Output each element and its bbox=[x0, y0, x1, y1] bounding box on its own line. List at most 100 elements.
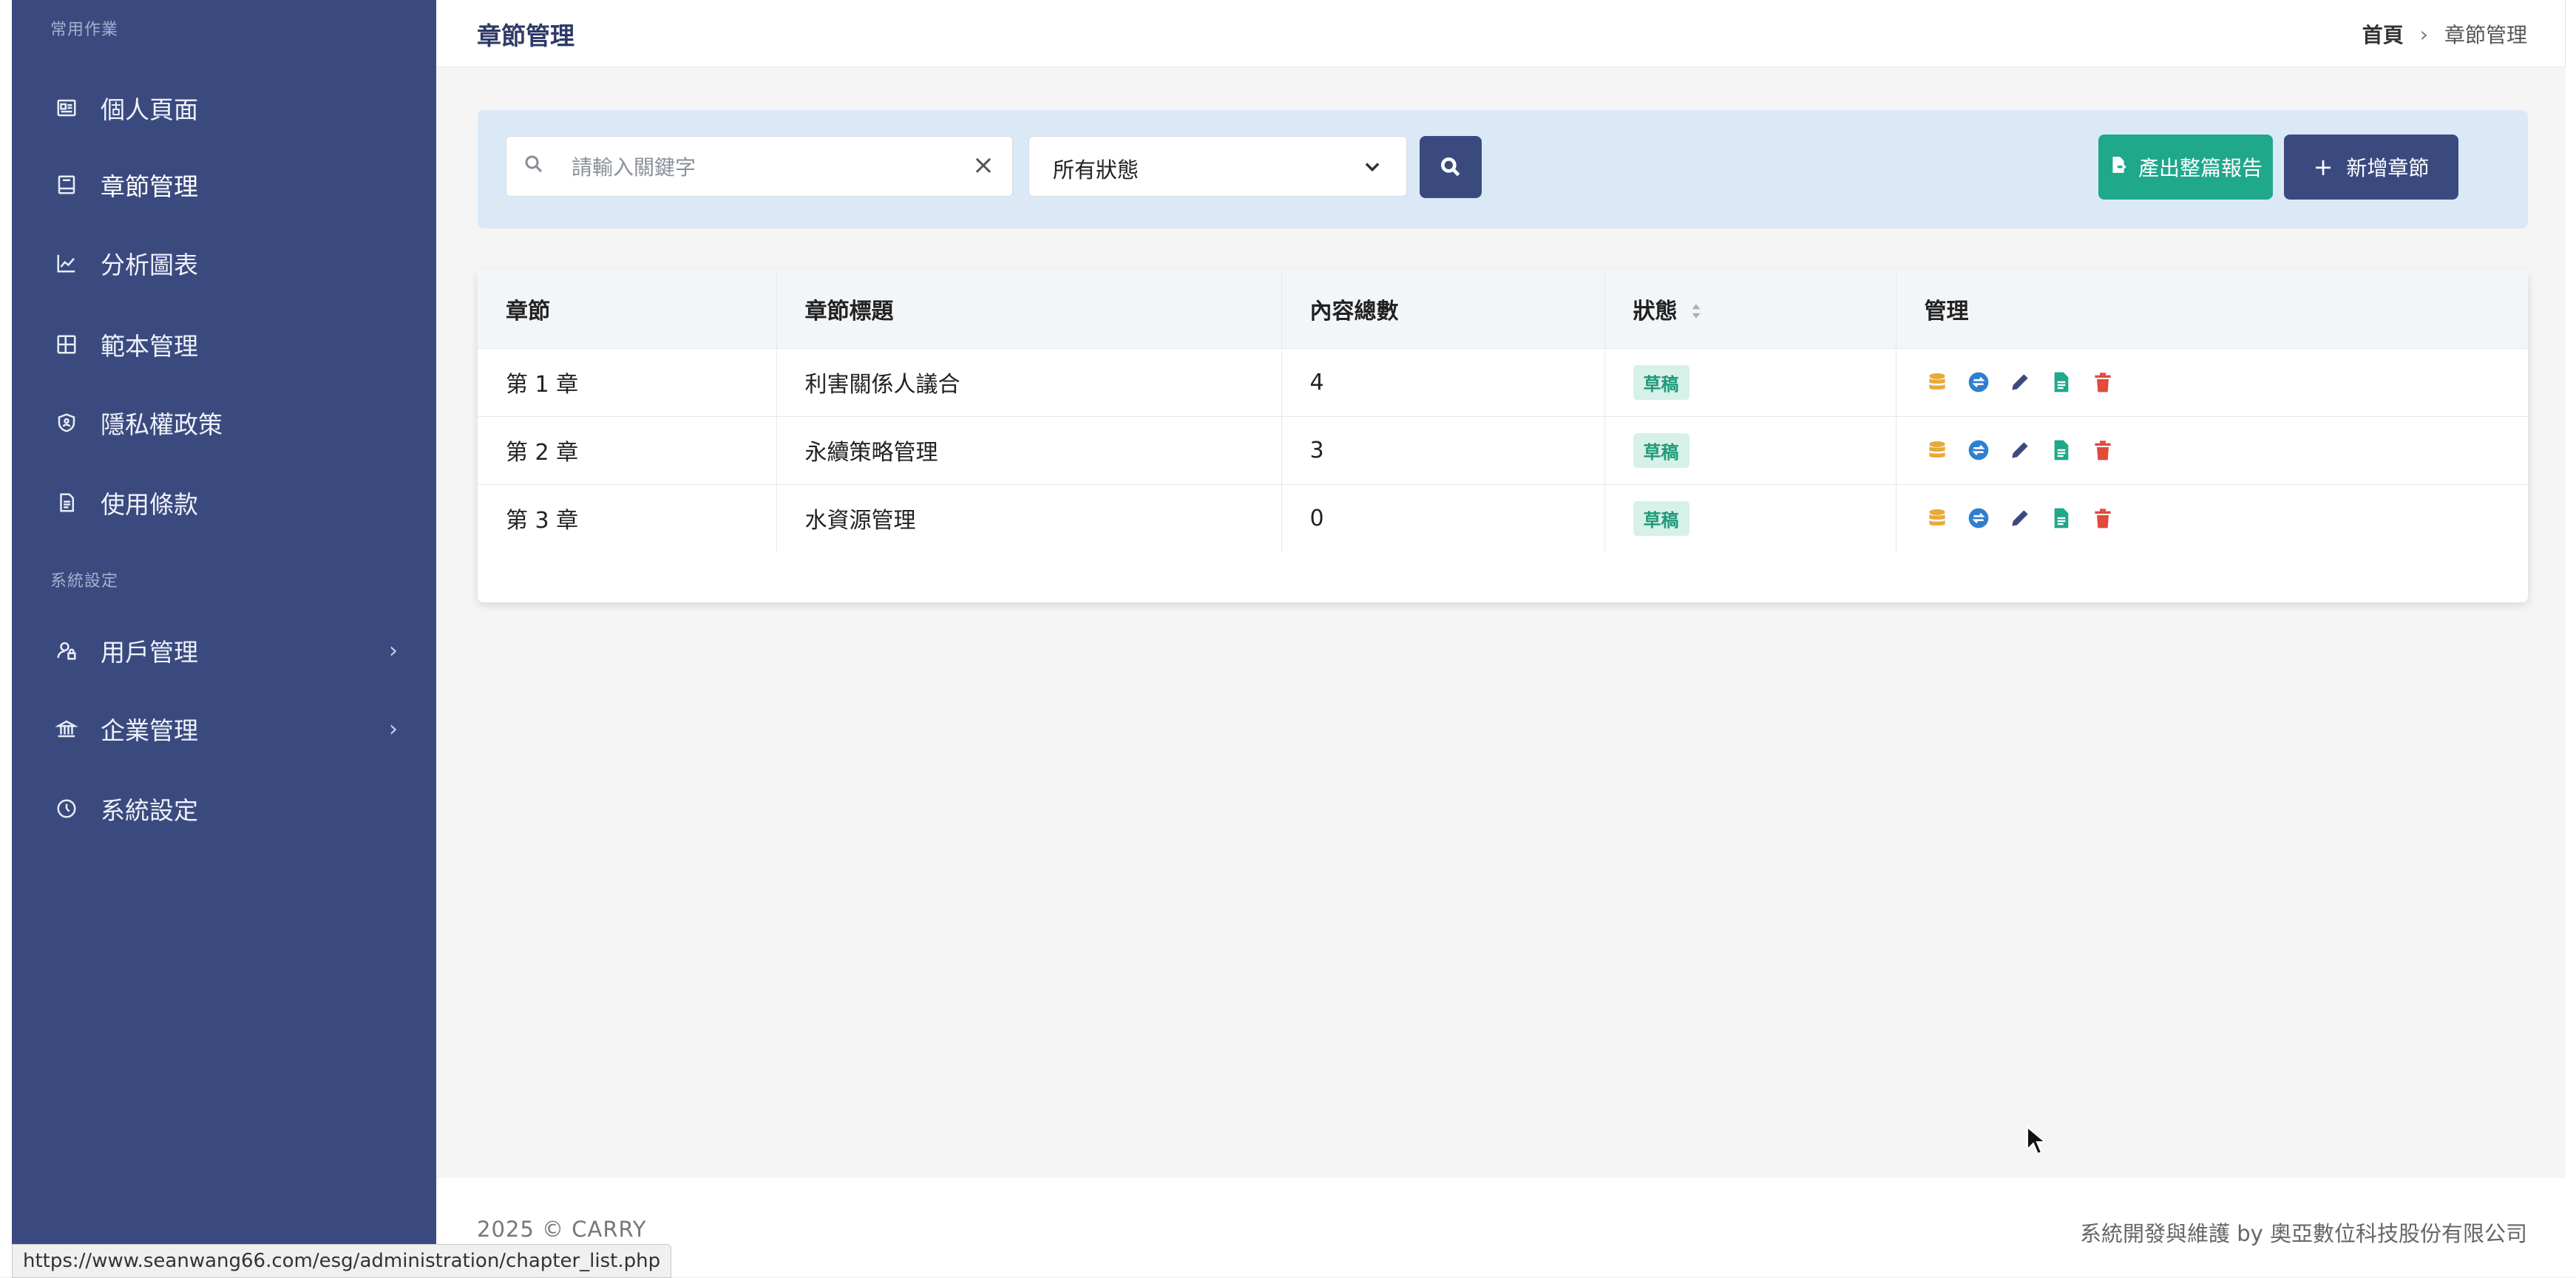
database-icon[interactable] bbox=[1925, 438, 1950, 463]
sidebar-item-chapters[interactable]: 章節管理 bbox=[12, 149, 436, 220]
cell-count: 0 bbox=[1281, 484, 1605, 552]
edit-icon[interactable] bbox=[2007, 506, 2033, 531]
id-card-icon bbox=[55, 96, 78, 120]
chevron-right-icon: › bbox=[389, 716, 398, 742]
page-title: 章節管理 bbox=[477, 21, 574, 50]
sidebar-item-label: 用戶管理 bbox=[101, 638, 198, 667]
cell-chapter: 第 1 章 bbox=[478, 348, 777, 416]
sidebar-item-users[interactable]: 用戶管理 › bbox=[12, 615, 436, 686]
file-export-icon bbox=[2109, 155, 2128, 180]
sidebar-item-label: 使用條款 bbox=[101, 490, 198, 519]
search-input[interactable] bbox=[570, 137, 943, 197]
bank-icon bbox=[55, 717, 78, 741]
status-badge: 草稿 bbox=[1633, 500, 1689, 536]
sidebar-item-templates[interactable]: 範本管理 bbox=[12, 309, 436, 380]
breadcrumb-separator: › bbox=[2419, 21, 2428, 47]
trash-icon[interactable] bbox=[2090, 438, 2115, 463]
cell-status: 草稿 bbox=[1604, 348, 1897, 416]
page-footer: 2025 © CARRY 系統開發與維護 by 奧亞數位科技股份有限公司 bbox=[436, 1178, 2566, 1277]
sidebar-item-label: 範本管理 bbox=[101, 332, 198, 361]
sidebar-section-common: 常用作業 bbox=[50, 21, 119, 39]
search-button[interactable] bbox=[1420, 136, 1482, 198]
sidebar-item-privacy[interactable]: 隱私權政策 bbox=[12, 387, 436, 458]
add-chapter-label: 新增章節 bbox=[2346, 156, 2430, 180]
document-icon bbox=[55, 491, 78, 514]
clear-search-button[interactable]: × bbox=[972, 150, 994, 180]
top-header: 章節管理 首頁 › 章節管理 bbox=[436, 0, 2566, 67]
browser-status-url: https://www.seanwang66.com/esg/administr… bbox=[12, 1244, 672, 1278]
cell-actions bbox=[1896, 484, 2528, 552]
column-header-status[interactable]: 狀態 bbox=[1604, 270, 1897, 348]
generate-report-button[interactable]: 產出整篇報告 bbox=[2098, 135, 2273, 200]
copyright-text: 2025 © CARRY bbox=[477, 1217, 647, 1242]
chapter-table-card: 章節 章節標題 內容總數 狀態 管理 第 1 章 利害關係人議合 4 草稿 第 … bbox=[478, 270, 2528, 602]
exchange-icon[interactable] bbox=[1966, 506, 1991, 531]
plus-icon: + bbox=[2313, 153, 2333, 181]
status-filter-value: 所有狀態 bbox=[1053, 157, 1139, 183]
sidebar-item-settings[interactable]: 系統設定 bbox=[12, 773, 436, 844]
file-icon[interactable] bbox=[2049, 370, 2074, 395]
developer-credit: 系統開發與維護 by 奧亞數位科技股份有限公司 bbox=[2079, 1221, 2527, 1246]
edit-icon[interactable] bbox=[2007, 370, 2033, 395]
user-lock-icon bbox=[55, 639, 78, 662]
template-icon bbox=[55, 333, 78, 356]
window-left-edge bbox=[0, 0, 12, 1277]
column-header-chapter: 章節 bbox=[478, 270, 777, 348]
sidebar-item-profile[interactable]: 個人頁面 bbox=[12, 72, 436, 143]
shield-icon bbox=[55, 411, 78, 435]
generate-report-label: 產出整篇報告 bbox=[2138, 156, 2263, 180]
breadcrumb-home-link[interactable]: 首頁 bbox=[2362, 19, 2404, 49]
cell-actions bbox=[1896, 416, 2528, 484]
chevron-right-icon: › bbox=[389, 637, 398, 664]
file-icon[interactable] bbox=[2049, 506, 2074, 531]
trash-icon[interactable] bbox=[2090, 370, 2115, 395]
chapter-table: 章節 章節標題 內容總數 狀態 管理 第 1 章 利害關係人議合 4 草稿 第 … bbox=[478, 270, 2528, 552]
sidebar-item-label: 章節管理 bbox=[101, 172, 198, 201]
status-filter-select[interactable]: 所有狀態 bbox=[1028, 136, 1407, 197]
status-badge: 草稿 bbox=[1633, 432, 1689, 468]
column-header-title: 章節標題 bbox=[776, 270, 1282, 348]
table-row: 第 1 章 利害關係人議合 4 草稿 bbox=[478, 348, 2528, 416]
add-chapter-button[interactable]: + 新增章節 bbox=[2284, 135, 2458, 200]
sidebar-item-companies[interactable]: 企業管理 › bbox=[12, 693, 436, 764]
cell-title: 利害關係人議合 bbox=[776, 348, 1282, 416]
sidebar-item-label: 企業管理 bbox=[101, 716, 198, 745]
database-icon[interactable] bbox=[1925, 370, 1950, 395]
cell-actions bbox=[1896, 348, 2528, 416]
column-header-actions: 管理 bbox=[1924, 298, 1969, 324]
cell-count: 4 bbox=[1281, 348, 1605, 416]
cell-title: 水資源管理 bbox=[776, 484, 1282, 552]
exchange-icon[interactable] bbox=[1966, 438, 1991, 463]
sidebar-item-charts[interactable]: 分析圖表 bbox=[12, 228, 436, 299]
trash-icon[interactable] bbox=[2090, 506, 2115, 531]
chart-line-icon bbox=[55, 251, 78, 275]
chevron-down-icon bbox=[1362, 156, 1384, 178]
exchange-icon[interactable] bbox=[1966, 370, 1991, 395]
cell-chapter: 第 3 章 bbox=[478, 484, 777, 552]
cell-status: 草稿 bbox=[1604, 416, 1897, 484]
sidebar-item-label: 隱私權政策 bbox=[101, 410, 223, 439]
cell-count: 3 bbox=[1281, 416, 1605, 484]
file-icon[interactable] bbox=[2049, 438, 2074, 463]
table-row: 第 2 章 永續策略管理 3 草稿 bbox=[478, 416, 2528, 484]
filter-bar: × 所有狀態 產出整篇報告 + 新增章節 bbox=[478, 110, 2528, 228]
main-content: × 所有狀態 產出整篇報告 + 新增章節 bbox=[436, 67, 2566, 1178]
search-box: × bbox=[506, 136, 1013, 197]
database-icon[interactable] bbox=[1925, 506, 1950, 531]
edit-icon[interactable] bbox=[2007, 438, 2033, 463]
status-badge: 草稿 bbox=[1633, 364, 1689, 400]
sidebar-item-label: 系統設定 bbox=[101, 796, 198, 825]
cell-title: 永續策略管理 bbox=[776, 416, 1282, 484]
search-icon bbox=[1441, 157, 1460, 177]
book-icon bbox=[55, 173, 78, 197]
sidebar: 常用作業 個人頁面 章節管理 分析圖表 範本管理 隱私權政策 使用條款 系統設定… bbox=[12, 0, 436, 1277]
settings-icon bbox=[55, 797, 78, 820]
sidebar-item-label: 分析圖表 bbox=[101, 251, 198, 279]
breadcrumb: 首頁 › 章節管理 bbox=[2362, 19, 2527, 49]
cell-status: 草稿 bbox=[1604, 484, 1897, 552]
sort-icon[interactable] bbox=[1691, 299, 1701, 325]
sidebar-section-system: 系統設定 bbox=[50, 572, 119, 591]
cell-chapter: 第 2 章 bbox=[478, 416, 777, 484]
column-header-status-label: 狀態 bbox=[1633, 298, 1678, 324]
sidebar-item-terms[interactable]: 使用條款 bbox=[12, 467, 436, 538]
